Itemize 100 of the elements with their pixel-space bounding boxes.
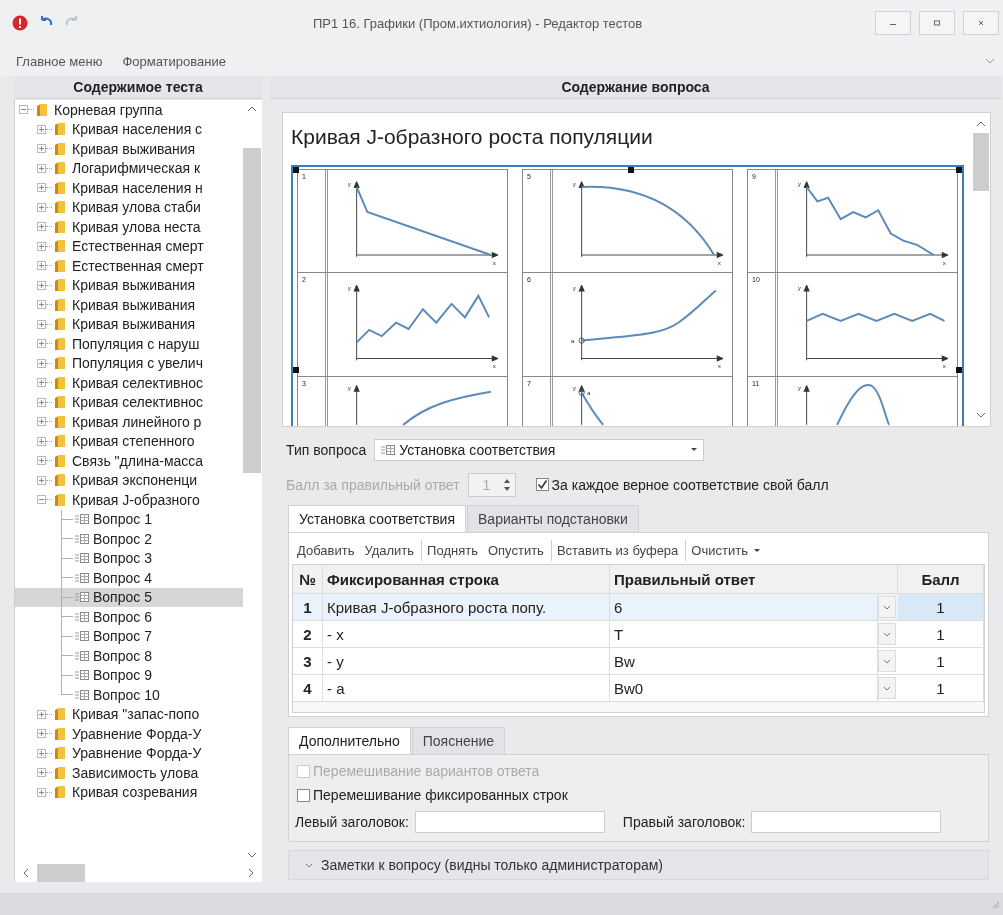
scroll-down-icon[interactable] [247, 852, 257, 858]
scroll-up-icon[interactable] [247, 106, 257, 112]
tree-item[interactable]: Кривая выживания [15, 295, 243, 315]
expander-icon[interactable] [37, 124, 46, 134]
tree-item[interactable]: Корневая группа [15, 100, 243, 120]
tree-item[interactable]: Вопрос 4 [15, 568, 243, 588]
tree-item[interactable]: Кривая "запас-попо [15, 704, 243, 724]
tree-item[interactable]: Вопрос 7 [15, 626, 243, 646]
tree-item[interactable]: Кривая улова неста [15, 217, 243, 237]
expander-icon[interactable] [37, 729, 46, 739]
notes-expander[interactable]: Заметки к вопросу (видны только администраторам) [288, 850, 989, 880]
tree-item[interactable]: Связь "длина-масса [15, 451, 243, 471]
expander-icon[interactable] [37, 241, 46, 251]
toolbar-button[interactable]: Опустить [482, 539, 549, 561]
tree-item[interactable]: Кривая линейного р [15, 412, 243, 432]
toolbar-button[interactable]: Удалить [359, 539, 420, 561]
expander-icon[interactable] [37, 787, 46, 797]
table-row[interactable]: 1 Кривая J-образного роста попу. 6 1 [293, 594, 984, 621]
tree-item[interactable]: Вопрос 9 [15, 665, 243, 685]
checkbox-label[interactable]: Перемешивание фиксированных строк [313, 787, 568, 803]
tree-item[interactable]: Зависимость улова [15, 763, 243, 783]
toolbar-button[interactable]: Поднять [421, 539, 483, 561]
tree-item[interactable]: Естественная смерт [15, 256, 243, 276]
question-type-dropdown[interactable]: Установка соответствия [374, 438, 705, 461]
tree-item[interactable]: Уравнение Форда-У [15, 724, 243, 744]
tree-item[interactable]: Кривая J-образного [15, 490, 243, 510]
selection-handle[interactable] [956, 367, 962, 373]
expander-icon[interactable] [37, 768, 46, 778]
ribbon-tab[interactable]: Форматирование [112, 49, 236, 73]
checkbox[interactable] [535, 478, 549, 491]
tab[interactable]: Дополнительно [288, 727, 411, 754]
tab[interactable]: Установка соответствия [288, 505, 466, 532]
table-row[interactable]: 3 - y Bw 1 [293, 648, 984, 675]
expander-icon[interactable] [37, 417, 46, 427]
scroll-thumb[interactable] [37, 864, 85, 882]
expander-icon[interactable] [19, 105, 28, 115]
expander-icon[interactable] [37, 358, 46, 368]
expander-icon[interactable] [37, 300, 46, 310]
expander-icon[interactable] [37, 339, 46, 349]
expander-icon[interactable] [37, 183, 46, 193]
expander-icon[interactable] [37, 748, 46, 758]
checkbox-label[interactable]: За каждое верное соответствие свой балл [551, 476, 829, 493]
scroll-up-icon[interactable] [976, 121, 986, 127]
table-row[interactable]: 2 - x T 1 [293, 621, 984, 648]
tree-item[interactable]: Вопрос 3 [15, 548, 243, 568]
scroll-down-icon[interactable] [976, 412, 986, 418]
expander-icon[interactable] [37, 280, 46, 290]
expander-icon[interactable] [37, 144, 46, 154]
tab[interactable]: Варианты подстановки [467, 505, 639, 532]
expander-icon[interactable] [37, 378, 46, 388]
tree-item[interactable]: Популяция с увелич [15, 353, 243, 373]
tree-item[interactable]: Кривая экспоненци [15, 470, 243, 490]
selection-handle[interactable] [956, 167, 962, 173]
resize-grip-icon[interactable] [990, 899, 1000, 909]
tree-item[interactable]: Популяция с наруш [15, 334, 243, 354]
app-icon[interactable] [12, 15, 28, 31]
toolbar-button[interactable]: Вставить из буфера [550, 539, 684, 561]
selection-handle[interactable] [293, 367, 299, 373]
tree-item[interactable]: Уравнение Форда-У [15, 743, 243, 763]
tree-item[interactable]: Кривая селективнос [15, 392, 243, 412]
table-row[interactable]: 4 - a Bw0 1 [293, 675, 984, 702]
expander-icon[interactable] [37, 456, 46, 466]
tree-item[interactable]: Кривая созревания [15, 782, 243, 802]
tree-item[interactable]: Естественная смерт [15, 236, 243, 256]
expander-icon[interactable] [37, 163, 46, 173]
tree-item[interactable]: Вопрос 1 [15, 509, 243, 529]
maximize-button[interactable] [919, 11, 955, 35]
expander-icon[interactable] [37, 495, 46, 505]
horizontal-scrollbar[interactable] [14, 864, 262, 882]
tree-item[interactable]: Вопрос 10 [15, 685, 243, 705]
scroll-thumb[interactable] [973, 133, 989, 191]
expander-icon[interactable] [37, 261, 46, 271]
expander-icon[interactable] [37, 397, 46, 407]
scroll-thumb[interactable] [243, 148, 261, 473]
tree-item[interactable]: Вопрос 6 [15, 607, 243, 627]
ribbon-tab[interactable]: Главное меню [6, 49, 113, 73]
input-field[interactable] [414, 811, 605, 833]
selection-handle[interactable] [627, 167, 634, 173]
tree-item[interactable]: Кривая выживания [15, 139, 243, 159]
tree-item[interactable]: Кривая степенного [15, 431, 243, 451]
tree-item[interactable]: Кривая населения н [15, 178, 243, 198]
tab[interactable]: Пояснение [411, 727, 506, 754]
expander-icon[interactable] [37, 319, 46, 329]
tree-item[interactable]: Кривая улова стаби [15, 197, 243, 217]
selection-handle[interactable] [293, 167, 299, 173]
scroll-left-icon[interactable] [23, 868, 29, 878]
input-field[interactable] [751, 811, 942, 833]
tree-item[interactable]: Вопрос 8 [15, 646, 243, 666]
tree-item[interactable]: Вопрос 5 [15, 587, 243, 607]
tree-item[interactable]: Кривая населения с [15, 119, 243, 139]
collapse-ribbon-icon[interactable] [985, 58, 995, 64]
tree-item[interactable]: Кривая селективнос [15, 373, 243, 393]
checkbox[interactable] [297, 788, 310, 802]
expander-icon[interactable] [37, 202, 46, 212]
expander-icon[interactable] [37, 222, 46, 232]
toolbar-button[interactable]: Добавить [292, 539, 360, 561]
tree-item[interactable]: Кривая выживания [15, 314, 243, 334]
toolbar-button[interactable]: Очистить [685, 539, 765, 561]
expander-icon[interactable] [37, 709, 46, 719]
expander-icon[interactable] [37, 475, 46, 485]
